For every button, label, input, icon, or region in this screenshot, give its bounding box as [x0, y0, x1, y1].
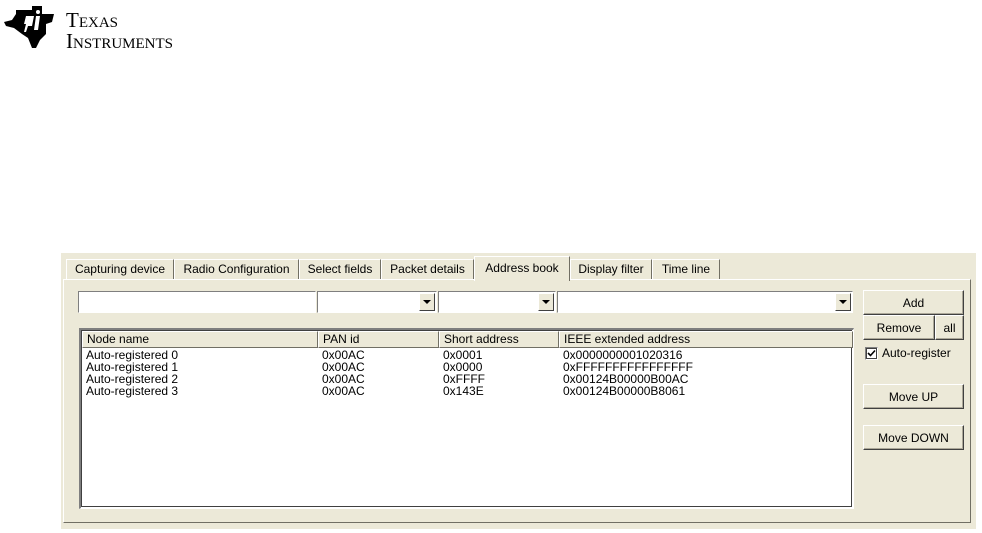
packet-sniffer-panel: Capturing device Radio Configuration Sel…	[61, 253, 976, 529]
logo-line-1: Texas	[66, 8, 118, 32]
add-button[interactable]: Add	[863, 290, 964, 315]
remove-button[interactable]: Remove	[863, 315, 935, 340]
ti-logo: Texas Instruments	[2, 4, 232, 54]
ti-logo-icon	[4, 6, 54, 48]
column-pan-id[interactable]: PAN id	[318, 331, 439, 348]
auto-register-label: Auto-register	[882, 346, 951, 360]
tab-packet-details[interactable]: Packet details	[381, 259, 474, 279]
ieee-address-dropdown-button[interactable]	[835, 293, 851, 311]
address-book-page: Node name PAN id Short address IEEE exte…	[63, 279, 971, 523]
short-address-combo[interactable]	[438, 291, 556, 313]
tab-select-fields[interactable]: Select fields	[299, 259, 381, 279]
cell-pan-id: 0x00AC	[322, 384, 365, 398]
ieee-address-input[interactable]	[558, 292, 852, 312]
address-list[interactable]: Node name PAN id Short address IEEE exte…	[79, 328, 854, 509]
auto-register-checkbox[interactable]	[865, 346, 878, 360]
short-address-dropdown-button[interactable]	[538, 293, 554, 311]
pan-id-dropdown-button[interactable]	[419, 293, 435, 311]
move-up-button[interactable]: Move UP	[863, 384, 964, 409]
auto-register-option[interactable]: Auto-register	[865, 345, 951, 361]
checkmark-icon	[867, 349, 876, 357]
tab-capturing-device[interactable]: Capturing device	[66, 259, 174, 279]
list-header: Node name PAN id Short address IEEE exte…	[82, 331, 853, 348]
chevron-down-icon	[839, 300, 847, 304]
tab-display-filter[interactable]: Display filter	[570, 259, 652, 279]
table-row[interactable]: Auto-registered 3 0x00AC 0x143E 0x00124B…	[86, 385, 846, 397]
chevron-down-icon	[423, 300, 431, 304]
node-name-input-box	[78, 291, 316, 313]
ti-wordmark: Texas Instruments	[66, 10, 173, 52]
column-ieee-address[interactable]: IEEE extended address	[559, 331, 853, 348]
list-rows: Auto-registered 0 0x00AC 0x0001 0x000000…	[86, 349, 846, 397]
tab-address-book[interactable]: Address book	[474, 256, 570, 281]
ieee-address-combo[interactable]	[557, 291, 853, 313]
move-down-button[interactable]: Move DOWN	[863, 425, 964, 450]
chevron-down-icon	[542, 300, 550, 304]
cell-node-name: Auto-registered 3	[86, 384, 179, 398]
cell-short-address: 0x143E	[443, 384, 484, 398]
cell-ieee-address: 0x00124B00000B8061	[563, 384, 686, 398]
pan-id-combo[interactable]	[317, 291, 437, 313]
tab-radio-configuration[interactable]: Radio Configuration	[174, 259, 299, 279]
tab-time-line[interactable]: Time line	[652, 259, 720, 279]
remove-all-button[interactable]: all	[935, 315, 964, 340]
logo-line-2: Instruments	[66, 29, 174, 53]
column-short-address[interactable]: Short address	[439, 331, 559, 348]
column-node-name[interactable]: Node name	[82, 331, 318, 348]
node-name-input[interactable]	[79, 292, 315, 312]
